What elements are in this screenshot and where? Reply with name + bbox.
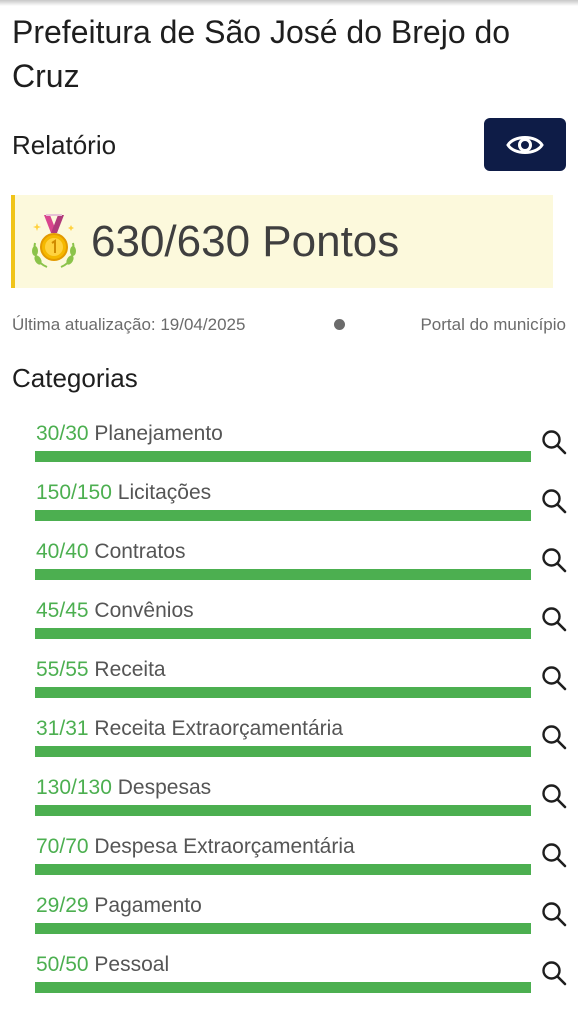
search-icon[interactable] [541,783,567,809]
last-update-text: Última atualização: 19/04/2025 [12,315,246,334]
search-icon[interactable] [541,606,567,632]
category-row: 70/70 Despesa Extraorçamentária [0,833,578,892]
category-row: 45/45 Convênios [0,597,578,656]
category-name: Convênios [94,599,194,622]
category-progress-fill [35,864,531,875]
category-score: 130/130 [36,776,112,799]
category-score: 45/45 [36,599,89,622]
category-progress-bar [35,805,531,816]
view-report-button[interactable] [484,118,566,171]
separator-dot [334,319,345,330]
category-score: 150/150 [36,481,112,504]
category-name: Pagamento [94,894,202,917]
search-icon[interactable] [541,842,567,868]
categories-title: Categorias [12,363,138,393]
search-icon[interactable] [541,429,567,455]
category-name: Planejamento [94,422,223,445]
category-score: 50/50 [36,953,89,976]
category-progress-fill [35,569,531,580]
category-label: 45/45 Convênios [36,597,194,625]
category-label: 30/30 Planejamento [36,420,223,448]
category-score: 55/55 [36,658,89,681]
category-score: 31/31 [36,717,89,740]
category-name: Pessoal [94,953,170,976]
category-progress-fill [35,510,531,521]
category-score: 29/29 [36,894,89,917]
category-label: 130/130 Despesas [36,774,211,802]
gold-medal-icon [32,214,76,268]
category-label: 150/150 Licitações [36,479,211,507]
category-progress-fill [35,982,531,993]
eye-icon [506,135,544,154]
search-icon[interactable] [541,901,567,927]
category-progress-bar [35,746,531,757]
top-shadow [0,0,578,6]
category-name: Receita Extraorçamentária [94,717,344,740]
category-progress-bar [35,569,531,580]
category-row: 29/29 Pagamento [0,892,578,951]
category-progress-fill [35,687,531,698]
category-row: 50/50 Pessoal [0,951,578,1010]
category-progress-bar [35,510,531,521]
category-name: Despesa Extraorçamentária [94,835,355,858]
category-progress-bar [35,923,531,934]
category-name: Despesas [117,776,212,799]
score-card: 630/630 Pontos [11,195,553,288]
category-label: 55/55 Receita [36,656,166,684]
category-progress-fill [35,628,531,639]
category-label: 29/29 Pagamento [36,892,202,920]
category-name: Licitações [117,481,212,504]
search-icon[interactable] [541,724,567,750]
category-progress-fill [35,451,531,462]
category-progress-bar [35,687,531,698]
search-icon[interactable] [541,547,567,573]
category-label: 40/40 Contratos [36,538,185,566]
report-label: Relatório [12,130,117,160]
category-name: Contratos [94,540,186,563]
category-progress-bar [35,628,531,639]
category-row: 40/40 Contratos [0,538,578,597]
category-row: 130/130 Despesas [0,774,578,833]
search-icon[interactable] [541,488,567,514]
category-score: 70/70 [36,835,89,858]
category-label: 70/70 Despesa Extraorçamentária [36,833,355,861]
category-row: 55/55 Receita [0,656,578,715]
search-icon[interactable] [541,960,567,986]
category-row: 150/150 Licitações [0,479,578,538]
category-label: 31/31 Receita Extraorçamentária [36,715,343,743]
category-progress-bar [35,864,531,875]
search-icon[interactable] [541,665,567,691]
category-progress-bar [35,451,531,462]
category-row: 30/30 Planejamento [0,420,578,479]
category-row: 31/31 Receita Extraorçamentária [0,715,578,774]
page-title: Prefeitura de São José do Brejo do Cruz [12,14,511,94]
category-label: 50/50 Pessoal [36,951,169,979]
category-progress-fill [35,746,531,757]
source-text: Portal do município [420,315,566,334]
score-total: 630/630 Pontos [91,217,400,266]
category-progress-bar [35,982,531,993]
category-progress-fill [35,805,531,816]
category-score: 40/40 [36,540,89,563]
category-progress-fill [35,923,531,934]
category-name: Receita [94,658,166,681]
category-score: 30/30 [36,422,89,445]
